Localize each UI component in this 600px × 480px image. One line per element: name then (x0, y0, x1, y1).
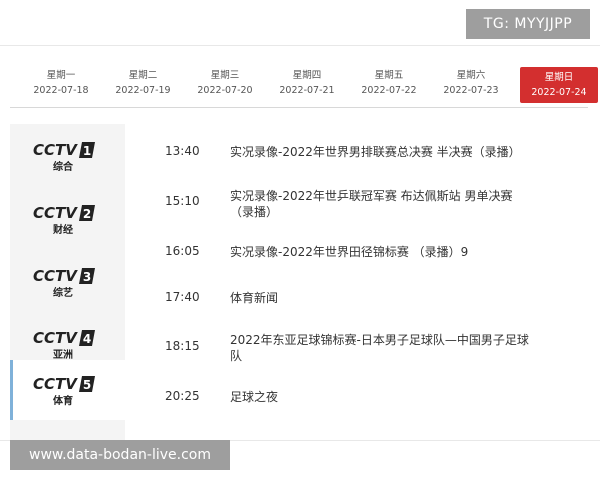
channel-list: CCTV 1 综合 CCTV 2 财经 CCTV 3 综艺 CCTV 4 亚洲 (10, 124, 125, 440)
day-tab-thursday[interactable]: 星期四 2022-07-21 (268, 65, 346, 101)
channel-item-cctv5[interactable]: CCTV 5 体育 (10, 360, 125, 420)
day-weekday: 星期日 (544, 72, 574, 83)
logo-number: 3 (83, 270, 91, 284)
logo-name: 体育 (53, 394, 73, 406)
cctv2-logo: CCTV 2 财经 (33, 204, 95, 235)
program-time: 18:15 (165, 339, 200, 353)
day-date: 2022-07-22 (361, 85, 417, 96)
cctv1-logo: CCTV 1 综合 (33, 141, 95, 172)
top-divider (0, 45, 600, 46)
logo-number: 4 (83, 332, 91, 346)
program-title: 实况录像-2022年世界男排联赛总决赛 半决赛（录播） (230, 145, 521, 159)
logo-brand: CCTV (33, 204, 78, 222)
day-weekday: 星期二 (128, 70, 158, 81)
logo-name: 财经 (52, 223, 73, 235)
program-time: 17:40 (165, 290, 200, 304)
logo-name: 综合 (53, 160, 74, 172)
tg-badge: TG: MYYJJPP (466, 9, 590, 39)
channel-item-cctv2[interactable]: CCTV 2 财经 (10, 190, 125, 248)
day-weekday: 星期三 (210, 70, 240, 81)
program-time: 20:25 (165, 389, 200, 403)
day-weekday: 星期一 (46, 70, 76, 81)
cctv4-logo: CCTV 4 亚洲 (33, 329, 95, 360)
logo-brand: CCTV (33, 267, 78, 285)
day-tabs: 星期一 2022-07-18 星期二 2022-07-19 星期三 2022-0… (0, 65, 600, 108)
day-date: 2022-07-23 (443, 85, 499, 96)
logo-name: 亚洲 (53, 349, 73, 360)
program-schedule: 13:40 实况录像-2022年世界男排联赛总决赛 半决赛（录播） 15:10 … (140, 126, 580, 426)
program-time: 16:05 (165, 244, 200, 258)
program-title: 体育新闻 (230, 291, 279, 305)
day-tabs-baseline (10, 107, 588, 108)
logo-brand: CCTV (33, 141, 78, 159)
day-tab-monday[interactable]: 星期一 2022-07-18 (22, 65, 100, 101)
logo-name: 综艺 (53, 286, 73, 298)
logo-brand: CCTV (33, 375, 78, 393)
program-time: 15:10 (165, 194, 200, 208)
logo-brand: CCTV (33, 329, 78, 347)
cctv3-logo: CCTV 3 综艺 (33, 267, 95, 298)
day-weekday: 星期四 (292, 70, 322, 81)
day-date: 2022-07-18 (33, 85, 89, 96)
day-tab-wednesday[interactable]: 星期三 2022-07-20 (186, 65, 264, 101)
day-date: 2022-07-20 (197, 85, 253, 96)
day-tab-tuesday[interactable]: 星期二 2022-07-19 (104, 65, 182, 101)
program-title: 2022年东亚足球锦标赛-日本男子足球队—中国男子足球队 (230, 333, 529, 363)
channel-item-cctv1[interactable]: CCTV 1 综合 (10, 127, 125, 185)
program-time: 13:40 (165, 144, 200, 158)
program-title: 实况录像-2022年世乒联冠军赛 布达佩斯站 男单决赛（录播） (230, 189, 513, 219)
program-title: 足球之夜 (230, 390, 279, 404)
day-date: 2022-07-21 (279, 85, 335, 96)
watermark-url: www.data-bodan-live.com (10, 440, 230, 470)
day-tab-saturday[interactable]: 星期六 2022-07-23 (432, 65, 510, 101)
day-tab-sunday[interactable]: 星期日 2022-07-24 (520, 67, 598, 103)
logo-number: 5 (83, 378, 91, 392)
day-date: 2022-07-19 (115, 85, 171, 96)
day-tab-friday[interactable]: 星期五 2022-07-22 (350, 65, 428, 101)
day-weekday: 星期五 (374, 70, 404, 81)
channel-item-cctv3[interactable]: CCTV 3 综艺 (10, 253, 125, 311)
day-weekday: 星期六 (456, 70, 486, 81)
cctv5-logo: CCTV 5 体育 (33, 375, 95, 406)
logo-number: 2 (83, 207, 91, 221)
logo-number: 1 (83, 144, 91, 158)
program-title: 实况录像-2022年世界田径锦标赛 （录播）9 (230, 245, 469, 259)
day-date: 2022-07-24 (531, 87, 587, 98)
